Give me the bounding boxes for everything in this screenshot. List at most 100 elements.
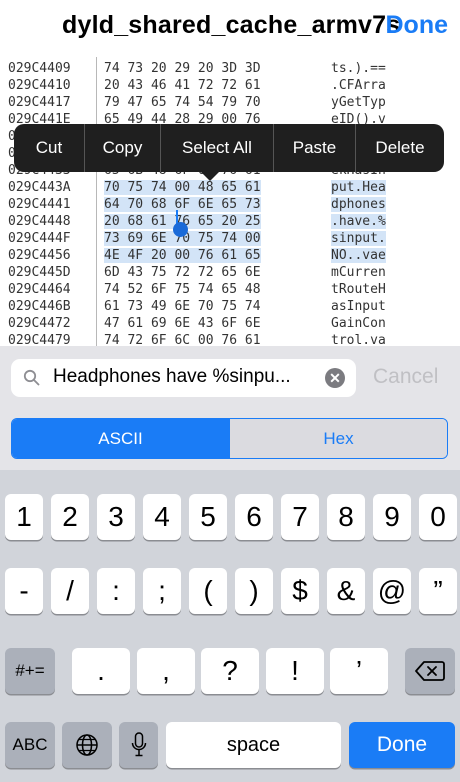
key-0[interactable]: 0 — [419, 494, 457, 540]
key-2[interactable]: 2 — [51, 494, 89, 540]
select-all-menu-item[interactable]: Select All — [161, 124, 274, 172]
key-6[interactable]: 6 — [235, 494, 273, 540]
hex-bytes: 47 61 69 6E 43 6F 6E — [104, 316, 261, 331]
hex-row[interactable]: 029C4410 20 43 46 41 72 72 61 .CFArra — [0, 78, 460, 95]
cancel-button[interactable]: Cancel — [373, 365, 438, 389]
hex-row[interactable]: 029C443A 70 75 74 00 48 65 61 put.Hea — [0, 180, 460, 197]
key-apostrophe[interactable]: ’ — [330, 648, 388, 694]
hex-offset: 029C4472 — [8, 316, 71, 331]
keyboard-done-key[interactable]: Done — [349, 722, 455, 768]
search-icon — [23, 369, 40, 386]
hex-bytes: 20 43 46 41 72 72 61 — [104, 78, 261, 93]
key-open-paren[interactable]: ( — [189, 568, 227, 614]
key-5[interactable]: 5 — [189, 494, 227, 540]
hex-view[interactable]: 029C4409 74 73 20 29 20 3D 3D ts.).== 029C4… — [0, 57, 460, 346]
segment-ascii[interactable]: ASCII — [12, 419, 229, 458]
hex-offset: 029C4417 — [8, 95, 71, 110]
cut-menu-item[interactable]: Cut — [14, 124, 85, 172]
paste-menu-item[interactable]: Paste — [274, 124, 356, 172]
hex-row[interactable]: 029C4472 47 61 69 6E 43 6F 6E GainCon — [0, 316, 460, 333]
hex-offset: 029C444F — [8, 231, 71, 246]
key-dollar[interactable]: $ — [281, 568, 319, 614]
hex-ascii: asInput — [331, 299, 386, 314]
hex-bytes: 70 75 74 00 48 65 61 — [104, 180, 261, 195]
hex-ascii: ts.).== — [331, 61, 386, 76]
key-comma[interactable]: , — [137, 648, 195, 694]
key-8[interactable]: 8 — [327, 494, 365, 540]
edit-menu-arrow — [200, 171, 220, 181]
key-semicolon[interactable]: ; — [143, 568, 181, 614]
hex-row[interactable]: 029C444820 68 61 76 65 20 25.have.% — [0, 214, 460, 231]
hex-ascii: .have.% — [331, 214, 386, 229]
hex-row[interactable]: 029C4456 4E 4F 20 00 76 61 65 NO..vae — [0, 248, 460, 265]
key-hyphen[interactable]: - — [5, 568, 43, 614]
key-ampersand[interactable]: & — [327, 568, 365, 614]
hex-bytes: 64 70 68 6F 6E 65 73 — [104, 197, 261, 212]
hex-bytes: 4E 4F 20 00 76 61 65 — [104, 248, 261, 263]
delete-menu-item[interactable]: Delete — [356, 124, 444, 172]
hex-offset: 029C4456 — [8, 248, 71, 263]
hex-row[interactable]: 029C446B 61 73 49 6E 70 75 74 asInput — [0, 299, 460, 316]
hex-offset: 029C4409 — [8, 61, 71, 76]
hex-ascii: put.Hea — [331, 180, 386, 195]
hex-bytes: 74 72 6F 6C 00 76 61 — [104, 333, 261, 346]
hex-bytes: 61 73 49 6E 70 75 74 — [104, 299, 261, 314]
backspace-icon — [415, 661, 445, 681]
copy-menu-item[interactable]: Copy — [85, 124, 161, 172]
key-quote[interactable]: ” — [419, 568, 457, 614]
hex-ascii: sinput. — [331, 231, 386, 246]
hex-bytes: 6D 43 75 72 72 65 6E — [104, 265, 261, 280]
hex-row[interactable]: 029C445D 6D 43 75 72 72 65 6E mCurren — [0, 265, 460, 282]
microphone-key[interactable] — [119, 722, 158, 768]
key-4[interactable]: 4 — [143, 494, 181, 540]
key-7[interactable]: 7 — [281, 494, 319, 540]
key-colon[interactable]: : — [97, 568, 135, 614]
nav-bar: dyld_shared_cache_armv7s Done — [0, 0, 460, 57]
abc-key[interactable]: ABC — [5, 722, 55, 768]
hex-row[interactable]: 029C4441 64 70 68 6F 6E 65 73 dphones — [0, 197, 460, 214]
key-9[interactable]: 9 — [373, 494, 411, 540]
hex-offset: 029C4448 — [8, 214, 71, 229]
selection-end-handle[interactable] — [173, 222, 188, 237]
hex-ascii: .CFArra — [331, 78, 386, 93]
hex-offset: 029C4479 — [8, 333, 71, 346]
hex-offset: 029C4410 — [8, 78, 71, 93]
key-slash[interactable]: / — [51, 568, 89, 614]
more-symbols-key[interactable]: #+= — [5, 648, 55, 694]
segment-hex[interactable]: Hex — [229, 419, 447, 458]
key-at[interactable]: @ — [373, 568, 411, 614]
hex-ascii: trol.va — [331, 333, 386, 346]
hex-row[interactable]: 029C4464 74 52 6F 75 74 65 48 tRouteH — [0, 282, 460, 299]
hex-row[interactable]: 029C4479 74 72 6F 6C 00 76 61 trol.va — [0, 333, 460, 346]
hex-offset: 029C445D — [8, 265, 71, 280]
hex-ascii: GainCon — [331, 316, 386, 331]
globe-icon — [76, 734, 98, 756]
backspace-key[interactable] — [405, 648, 455, 694]
key-1[interactable]: 1 — [5, 494, 43, 540]
hex-ascii: dphones — [331, 197, 386, 212]
hex-row[interactable]: 029C444F 73 69 6E 70 75 74 00 sinput. — [0, 231, 460, 248]
done-button[interactable]: Done — [386, 11, 449, 40]
edit-menu: Cut Copy Select All Paste Delete — [14, 124, 444, 172]
key-3[interactable]: 3 — [97, 494, 135, 540]
encoding-segmented-control: ASCII Hex — [11, 418, 448, 459]
search-panel: Headphones have %sinpu... ✕ Cancel ASCII… — [0, 346, 460, 470]
keyboard: 1234567890 - /:;() $ & @” #+= .,?!’ ABC spac… — [0, 470, 460, 782]
search-input[interactable]: Headphones have %sinpu... ✕ — [11, 359, 356, 397]
clear-icon[interactable]: ✕ — [325, 368, 345, 388]
key-close-paren[interactable]: ) — [235, 568, 273, 614]
hex-offset: 029C4464 — [8, 282, 71, 297]
hex-bytes: 74 73 20 29 20 3D 3D — [104, 61, 261, 76]
hex-row[interactable]: 029C4417 79 47 65 74 54 79 70 yGetTyp — [0, 95, 460, 112]
hex-offset: 029C443A — [8, 180, 71, 195]
key-exclamation[interactable]: ! — [266, 648, 324, 694]
key-period[interactable]: . — [72, 648, 130, 694]
hex-ascii: tRouteH — [331, 282, 386, 297]
hex-row[interactable]: 029C4409 74 73 20 29 20 3D 3D ts.).== — [0, 61, 460, 78]
hex-offset: 029C4441 — [8, 197, 71, 212]
hex-ascii: mCurren — [331, 265, 386, 280]
space-key[interactable]: space — [166, 722, 341, 768]
hex-ascii: NO..vae — [331, 248, 386, 263]
globe-key[interactable] — [62, 722, 112, 768]
key-question[interactable]: ? — [201, 648, 259, 694]
